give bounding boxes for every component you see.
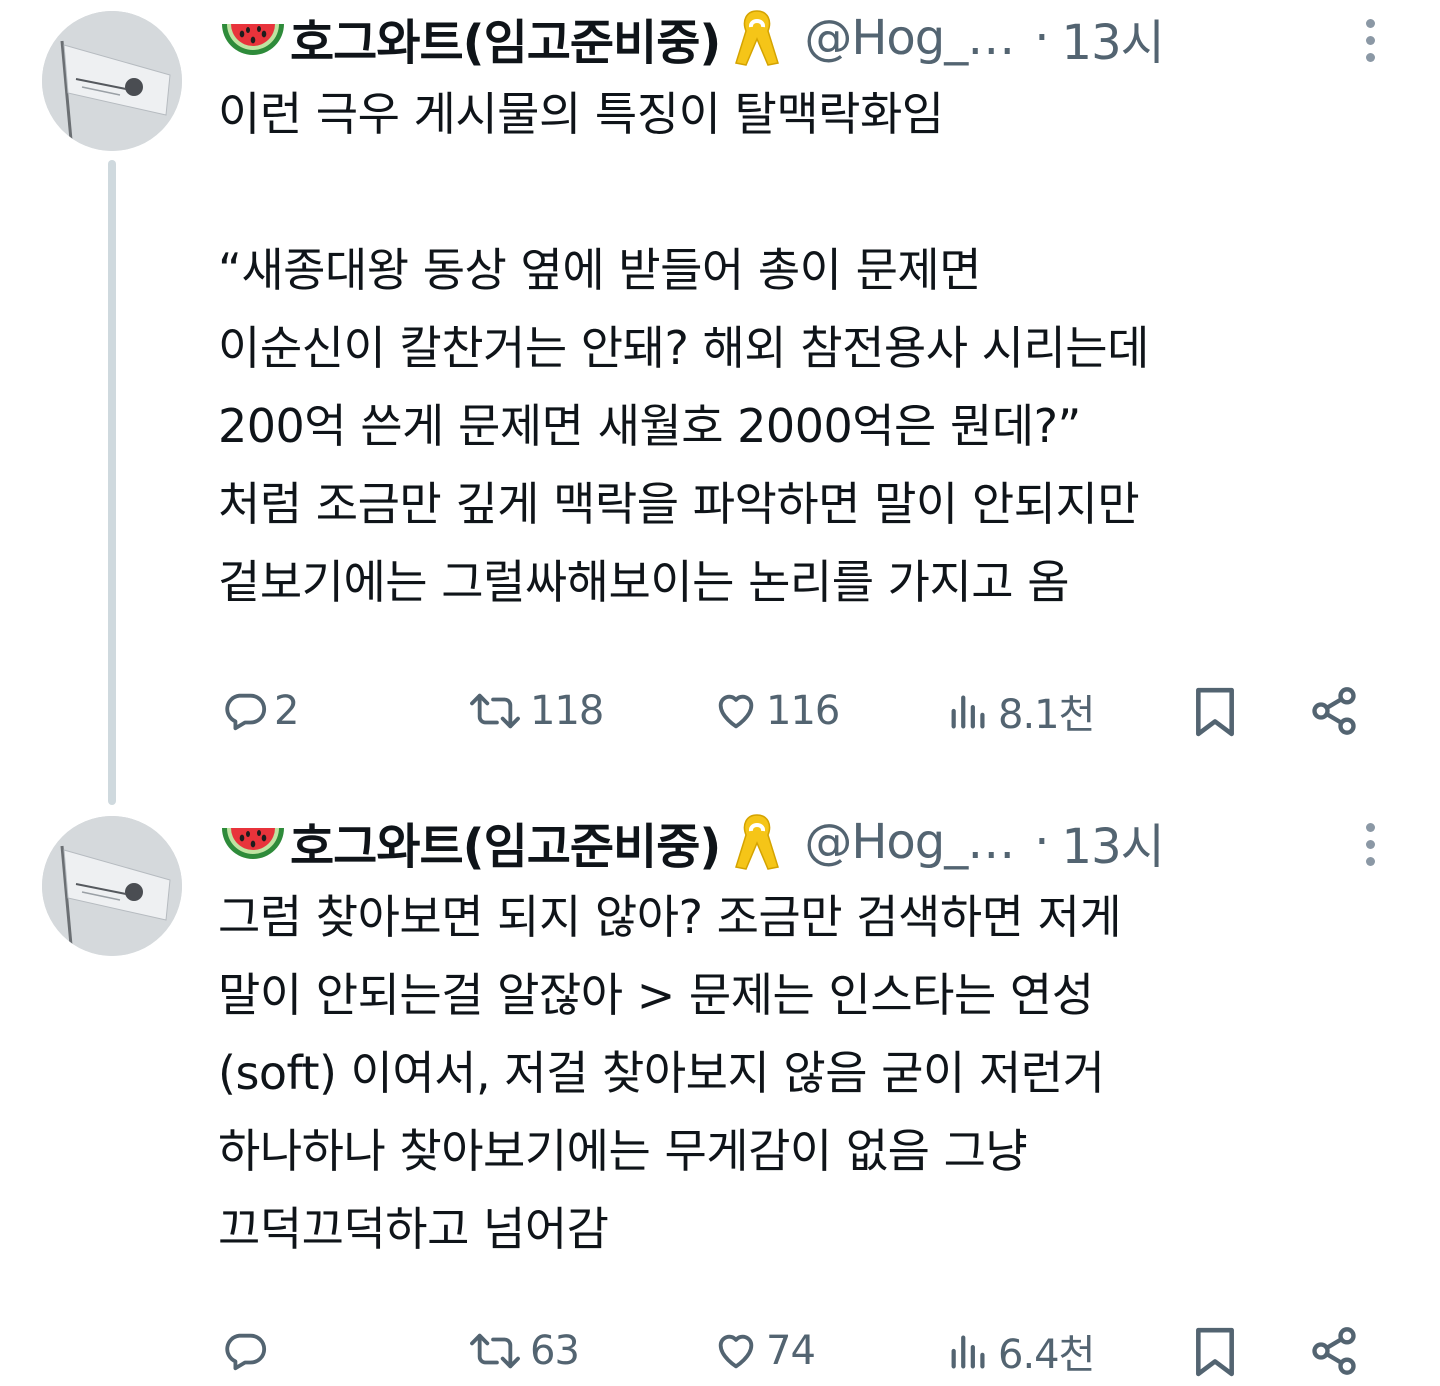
- user-handle[interactable]: @Hog_…: [804, 814, 1015, 870]
- tweet-text: 그럼 찾아보면 되지 않아? 조금만 검색하면 저게 말이 안되는걸 알잖아 >…: [218, 890, 1122, 1256]
- views-button[interactable]: 8.1천: [946, 676, 1095, 746]
- yellow-ribbon-icon: [735, 814, 780, 870]
- avatar[interactable]: [42, 816, 182, 956]
- yellow-ribbon-icon: [735, 10, 780, 66]
- tweet-text: 이런 극우 게시물의 특징이 탈맥락화임 “새종대왕 동상 옆에 받들어 총이 …: [218, 87, 1149, 609]
- repost-count: 118: [530, 688, 604, 734]
- bookmark-button[interactable]: [1190, 1316, 1240, 1386]
- like-button[interactable]: 116: [712, 676, 840, 746]
- analytics-icon: [951, 695, 985, 729]
- like-button[interactable]: 74: [712, 1316, 816, 1386]
- tweet-header: 호그와트(임고준비중) @Hog_… · 13시: [218, 804, 1165, 880]
- views-button[interactable]: 6.4천: [946, 1316, 1095, 1386]
- repost-icon: [470, 1333, 520, 1369]
- timestamp[interactable]: 13시: [1062, 3, 1165, 73]
- share-button[interactable]: [1308, 676, 1360, 746]
- bookmark-icon: [1196, 1327, 1234, 1377]
- reply-button[interactable]: [222, 1316, 274, 1386]
- timestamp[interactable]: 13시: [1062, 807, 1165, 877]
- reply-icon: [225, 693, 267, 731]
- view-count: 8.1천: [998, 692, 1095, 738]
- analytics-icon: [951, 1335, 985, 1369]
- watermelon-icon: [222, 24, 284, 55]
- share-button[interactable]: [1308, 1316, 1360, 1386]
- reply-count: 2: [274, 688, 299, 734]
- more-options-icon[interactable]: [1348, 814, 1392, 874]
- reply-icon: [225, 1333, 267, 1371]
- bookmark-icon: [1196, 687, 1234, 737]
- tweet-header: 호그와트(임고준비중) @Hog_… · 13시: [218, 0, 1165, 76]
- repost-button[interactable]: 118: [466, 676, 604, 746]
- heart-icon: [718, 694, 754, 729]
- thread-connector-line: [108, 160, 116, 805]
- user-handle[interactable]: @Hog_…: [804, 10, 1015, 66]
- watermelon-icon: [222, 828, 284, 859]
- repost-button[interactable]: 63: [466, 1316, 580, 1386]
- share-icon: [1312, 1327, 1356, 1375]
- repost-icon: [470, 693, 520, 729]
- more-options-icon[interactable]: [1348, 10, 1392, 70]
- avatar[interactable]: [42, 11, 182, 151]
- flag-photo: [42, 11, 182, 151]
- like-count: 116: [766, 688, 840, 734]
- separator-dot: ·: [1034, 814, 1050, 870]
- heart-icon: [718, 1334, 754, 1369]
- like-count: 74: [766, 1328, 816, 1374]
- view-count: 6.4천: [998, 1332, 1095, 1378]
- display-name[interactable]: 호그와트(임고준비중): [290, 3, 721, 73]
- repost-count: 63: [530, 1328, 580, 1374]
- action-bar: 2 118 116 8.1천: [218, 676, 1378, 746]
- action-bar: 63 74 6.4천: [218, 1316, 1378, 1386]
- reply-button[interactable]: 2: [222, 676, 299, 746]
- tweet[interactable]: 호그와트(임고준비중) @Hog_… · 13시 이런 극우 게시물의 특징이 …: [0, 0, 1440, 805]
- share-icon: [1312, 687, 1356, 735]
- flag-photo: [42, 816, 182, 956]
- separator-dot: ·: [1034, 10, 1050, 66]
- bookmark-button[interactable]: [1190, 676, 1240, 746]
- display-name[interactable]: 호그와트(임고준비중): [290, 807, 721, 877]
